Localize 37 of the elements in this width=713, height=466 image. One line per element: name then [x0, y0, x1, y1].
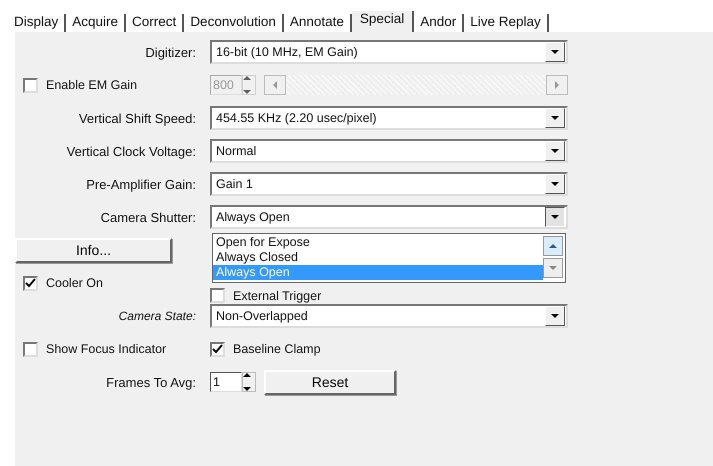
spin-field[interactable]: 1: [210, 372, 242, 392]
down-arrow-icon: [549, 266, 557, 270]
caret-icon: [551, 50, 559, 54]
field-label: Vertical Clock Voltage:: [66, 144, 197, 158]
field-label: Camera Shutter:: [100, 210, 197, 224]
info-button[interactable]: Info...: [15, 238, 172, 262]
dropdown-field[interactable]: Gain 1: [210, 172, 568, 196]
checkbox[interactable]: Show Focus Indicator: [23, 342, 166, 356]
caret-icon: [551, 215, 559, 219]
checkbox[interactable]: Cooler On: [23, 276, 103, 290]
dropdown-field[interactable]: 454.55 KHz (2.20 usec/pixel): [210, 106, 568, 130]
check-icon: [212, 344, 223, 354]
right-arrow-icon: [555, 81, 559, 89]
checkbox[interactable]: External Trigger: [210, 288, 322, 303]
caret-icon: [551, 149, 559, 153]
reset-button[interactable]: Reset: [264, 370, 396, 394]
dropdown-field[interactable]: Normal: [210, 139, 568, 163]
check-icon: [25, 278, 36, 288]
caret-icon: [551, 116, 559, 120]
up-arrow-icon: [549, 244, 557, 248]
dropdown-field[interactable]: Non-Overlapped: [210, 304, 568, 328]
down-arrow-icon: [243, 90, 251, 94]
field-label: Digitizer:: [145, 44, 197, 60]
field-label: Pre-Amplifier Gain:: [86, 176, 197, 192]
left-arrow-icon: [273, 81, 277, 89]
up-arrow-icon: [243, 373, 251, 377]
field-label: Camera State:: [118, 309, 197, 323]
spin-buttons[interactable]: [242, 372, 256, 392]
up-arrow-icon: [243, 76, 251, 80]
caret-icon: [551, 314, 559, 318]
caret-icon: [551, 182, 559, 186]
tab[interactable]: Special: [352, 11, 414, 32]
field-label: Frames To Avg:: [106, 374, 197, 390]
down-arrow-icon: [243, 387, 251, 391]
dropdown-field[interactable]: 16-bit (10 MHz, EM Gain): [210, 40, 568, 64]
checkbox[interactable]: Baseline Clamp: [210, 342, 321, 356]
field-label: Vertical Shift Speed:: [78, 110, 197, 126]
